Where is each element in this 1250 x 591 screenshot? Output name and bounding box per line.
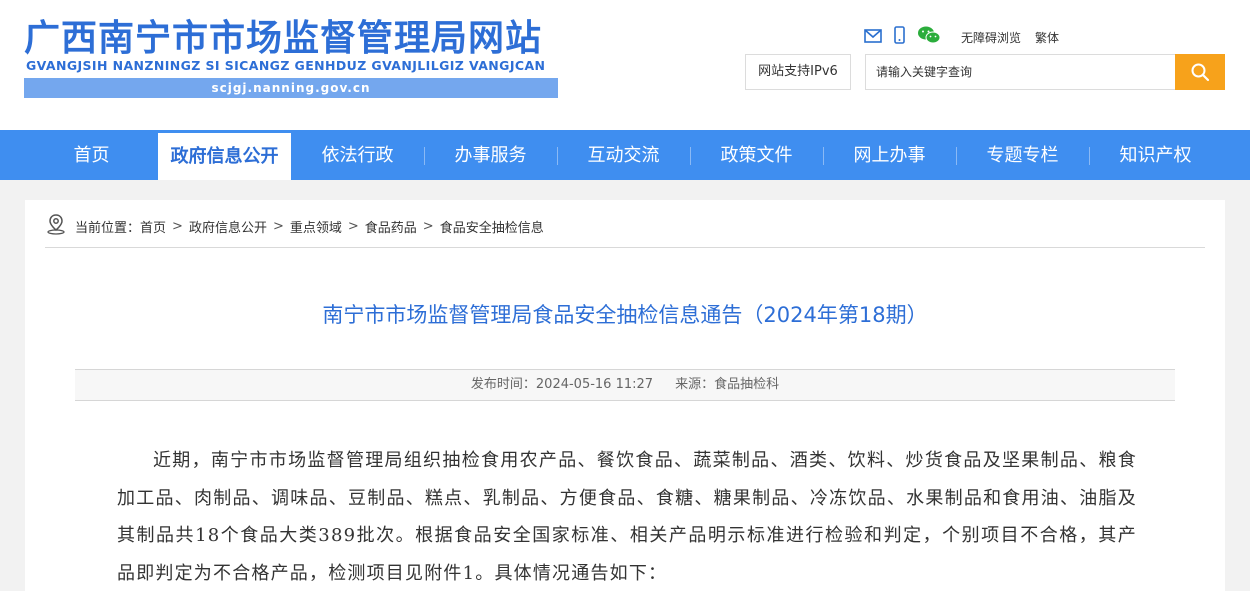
article-body: 近期，南宁市市场监督管理局组织抽检食用农产品、餐饮食品、蔬菜制品、酒类、饮料、炒… [117,450,1137,584]
article-title: 南宁市市场监督管理局食品安全抽检信息通告（2024年第18期） [322,303,928,327]
site-title: 广西南宁市市场监督管理局网站 [24,18,543,59]
breadcrumb-separator: > [347,218,359,234]
breadcrumb-item-key-areas[interactable]: 重点领域 [290,217,342,236]
search-input[interactable] [866,55,1176,89]
search-button[interactable] [1175,54,1225,90]
breadcrumb-separator: > [422,218,434,234]
search-box [865,54,1225,90]
breadcrumb-item-home[interactable]: 首页 [140,217,166,236]
site-domain: scjgj.nanning.gov.cn [24,78,558,98]
top-links: 无障碍浏览 繁体 [864,26,1065,48]
main-nav: 首页 政府信息公开 依法行政 办事服务 互动交流 政策文件 网上办事 专题专栏 … [0,130,1250,180]
nav-item-gov-info[interactable]: 政府信息公开 [158,133,291,180]
source-label: 来源： [675,377,715,392]
breadcrumb-item-food-safety[interactable]: 食品安全抽检信息 [440,217,544,236]
breadcrumb-separator: > [172,218,183,234]
meta-divider [75,400,1175,401]
nav-item-ip[interactable]: 知识产权 [1089,130,1222,180]
mail-icon[interactable] [864,28,882,47]
article-source: 食品抽检科 [714,377,780,392]
breadcrumb-item-gov-info[interactable]: 政府信息公开 [189,217,267,236]
breadcrumb-prefix: 当前位置： [75,220,141,236]
nav-item-home[interactable]: 首页 [25,130,158,180]
breadcrumb-separator: > [272,218,284,234]
breadcrumb-item-food-drug[interactable]: 食品药品 [365,217,417,236]
nav-item-online[interactable]: 网上办事 [823,130,956,180]
search-icon [1191,63,1210,82]
ipv6-badge: 网站支持IPv6 [745,54,851,90]
site-pinyin: GVANGJSIH NANZNINGZ SI SICANGZ GENHDUZ G… [26,58,546,73]
accessibility-link[interactable]: 无障碍浏览 [961,29,1021,46]
breadcrumb: 当前位置： 首页 > 政府信息公开 > 重点领域 > 食品药品 > 食品安全抽检… [45,214,544,238]
nav-item-policy[interactable]: 政策文件 [690,130,823,180]
wechat-icon[interactable] [917,25,941,49]
publish-time: 2024-05-16 11:27 [535,377,654,392]
nav-item-services[interactable]: 办事服务 [424,130,557,180]
traditional-chinese-link[interactable]: 繁体 [1035,29,1059,46]
mobile-icon[interactable] [894,26,905,48]
nav-item-interaction[interactable]: 互动交流 [557,130,690,180]
location-icon [45,213,67,239]
content-panel: 当前位置： 首页 > 政府信息公开 > 重点领域 > 食品药品 > 食品安全抽检… [25,200,1225,591]
site-logo[interactable]: 广西南宁市市场监督管理局网站 GVANGJSIH NANZNINGZ SI SI… [24,18,558,100]
site-header: 广西南宁市市场监督管理局网站 GVANGJSIH NANZNINGZ SI SI… [0,0,1250,130]
nav-item-topics[interactable]: 专题专栏 [956,130,1089,180]
nav-item-law[interactable]: 依法行政 [291,130,424,180]
publish-label: 发布时间： [470,377,536,392]
breadcrumb-divider [45,247,1205,248]
article-meta: 发布时间：2024-05-16 11:27 来源：食品抽检科 [75,370,1175,400]
